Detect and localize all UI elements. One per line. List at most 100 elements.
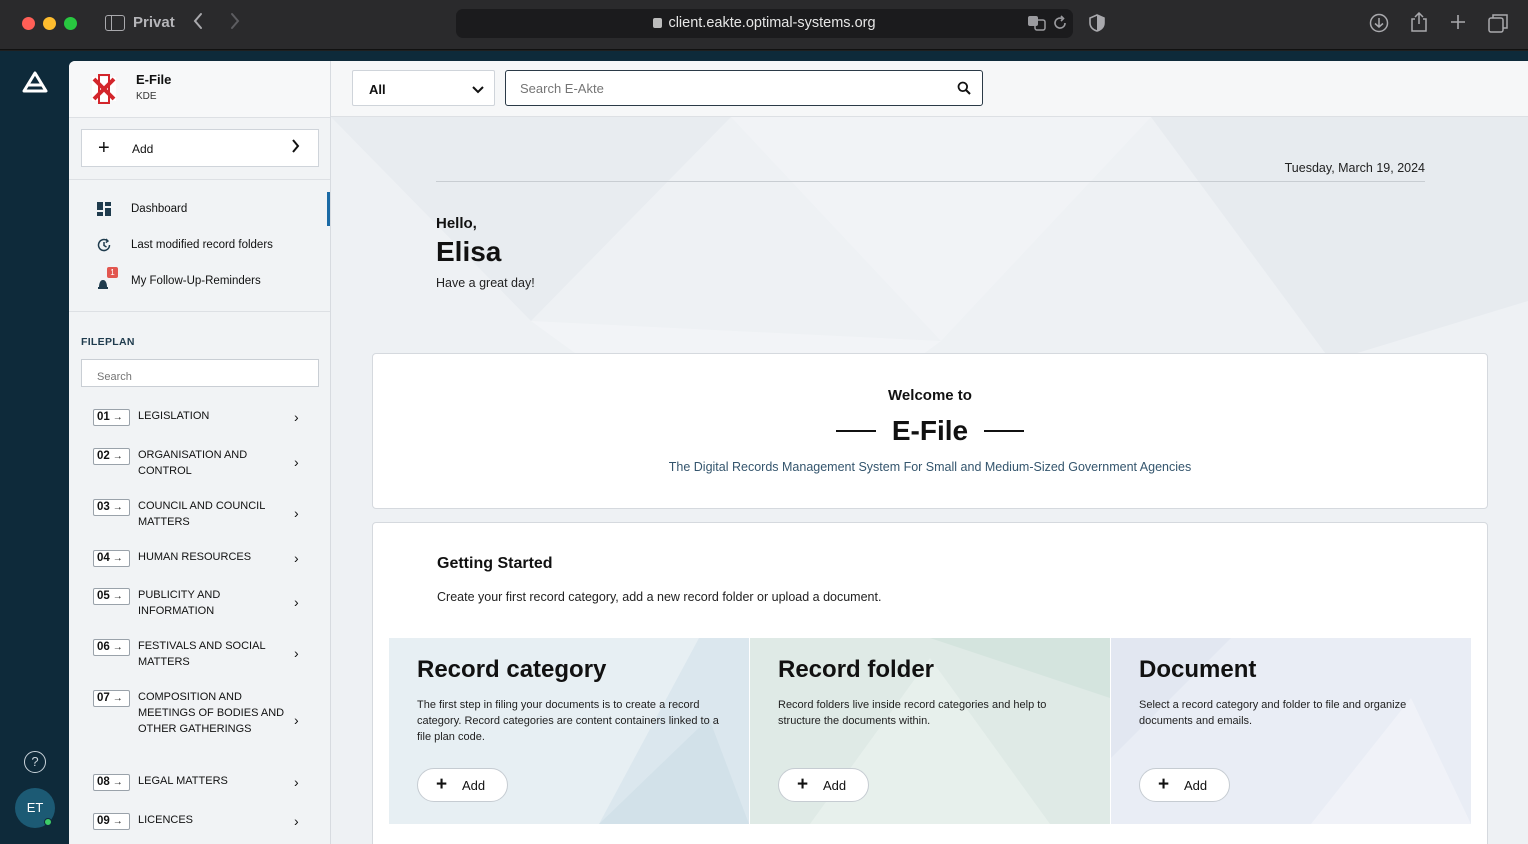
fileplan-code: 09 →: [93, 813, 130, 830]
add-button[interactable]: + Add: [81, 129, 319, 167]
online-status-indicator: [44, 818, 52, 826]
tile-description: Record folders live inside record catego…: [778, 699, 1047, 727]
minimize-window-button[interactable]: [43, 17, 56, 30]
url-text: client.eakte.optimal-systems.org: [668, 15, 876, 31]
divider: [436, 181, 1425, 182]
getting-started-card: Getting Started Create your first record…: [372, 522, 1488, 844]
fileplan-item-08[interactable]: 08 → LEGAL MATTERS ›: [69, 765, 330, 795]
fileplan-item-06[interactable]: 06 → FESTIVALS AND SOCIAL MATTERS ›: [69, 632, 330, 672]
fileplan-item-02[interactable]: 02 → ORGANISATION AND CONTROL ›: [69, 441, 330, 481]
document-tile: Document Select a record category and fo…: [1111, 638, 1471, 824]
add-record-folder-button[interactable]: + Add: [778, 768, 869, 802]
fileplan-code: 07 →: [93, 690, 130, 707]
history-icon: [97, 238, 111, 252]
fileplan-label: PUBLICITY AND INFORMATION: [138, 589, 221, 617]
getting-started-title: Getting Started: [437, 555, 553, 572]
app-window: ? ET E-File KDE + Add Dashboard Last mod…: [0, 51, 1528, 844]
brand-header: E-File KDE: [69, 61, 330, 118]
reload-icon[interactable]: [1053, 15, 1067, 36]
shield-icon[interactable]: [1089, 14, 1105, 37]
navigation-panel: E-File KDE + Add Dashboard Last modified…: [69, 61, 331, 844]
chevron-right-icon: ›: [294, 774, 299, 790]
user-name: Elisa: [436, 236, 502, 267]
browser-toolbar: Privat client.eakte.optimal-systems.org: [0, 0, 1528, 50]
greeting-text: Have a great day!: [436, 276, 535, 290]
fileplan-item-04[interactable]: 04 → HUMAN RESOURCES ›: [69, 542, 330, 572]
close-window-button[interactable]: [22, 17, 35, 30]
add-document-button[interactable]: + Add: [1139, 768, 1230, 802]
fileplan-code: 06 →: [93, 639, 130, 656]
fileplan-item-01[interactable]: 01 → LEGISLATION ›: [69, 401, 330, 431]
lock-icon: [653, 18, 663, 28]
global-search-input[interactable]: [520, 79, 940, 97]
fileplan-item-09[interactable]: 09 → LICENCES ›: [69, 804, 330, 834]
address-bar[interactable]: client.eakte.optimal-systems.org: [456, 9, 1073, 38]
tab-overview-icon[interactable]: [1488, 13, 1508, 38]
chevron-right-icon: ›: [294, 712, 299, 728]
nav-item-dashboard[interactable]: Dashboard: [69, 192, 330, 226]
chevron-right-icon: ›: [294, 813, 299, 829]
fileplan-label: COUNCIL AND COUNCIL MATTERS: [138, 500, 265, 528]
fileplan-item-05[interactable]: 05 → PUBLICITY AND INFORMATION ›: [69, 581, 330, 621]
fileplan-heading: FILEPLAN: [81, 336, 135, 348]
chevron-right-icon: ›: [294, 409, 299, 425]
hello-text: Hello,: [436, 215, 477, 232]
search-icon[interactable]: [957, 81, 971, 95]
plus-icon: +: [98, 137, 110, 159]
tile-title: Record folder: [778, 656, 935, 683]
divider: [69, 179, 330, 180]
main-content: All Tuesday, March 19, 2024 Hello, Elisa…: [331, 61, 1528, 844]
fileplan-search-input[interactable]: [81, 359, 319, 387]
plus-icon: +: [797, 774, 809, 795]
new-tab-icon[interactable]: [1449, 13, 1467, 36]
fileplan-code: 01 →: [93, 409, 130, 426]
reminder-count-badge: 1: [107, 267, 118, 278]
icon-rail: ? ET: [0, 51, 69, 844]
dashboard-icon: [97, 202, 111, 216]
fileplan-item-07[interactable]: 07 → COMPOSITION AND MEETINGS OF BODIES A…: [69, 683, 330, 755]
nav-item-last-modified[interactable]: Last modified record folders: [69, 228, 330, 262]
maximize-window-button[interactable]: [64, 17, 77, 30]
add-record-category-button[interactable]: + Add: [417, 768, 508, 802]
add-button-label: Add: [1184, 778, 1208, 793]
welcome-subtitle: The Digital Records Management System Fo…: [668, 460, 1192, 474]
welcome-heading: Welcome to: [888, 387, 972, 404]
translate-icon[interactable]: [1027, 14, 1047, 37]
chevron-right-icon: ›: [294, 550, 299, 566]
welcome-title: E-File: [373, 415, 1487, 447]
plus-icon: +: [1158, 774, 1170, 795]
fileplan-code: 08 →: [93, 774, 130, 791]
tile-title: Document: [1139, 656, 1257, 683]
reminder-icon: [97, 276, 111, 290]
nav-label: Dashboard: [131, 203, 188, 215]
app-logo-icon[interactable]: [22, 71, 48, 93]
add-button-label: Add: [462, 778, 486, 793]
search-scope-select[interactable]: All: [352, 70, 495, 106]
chevron-right-icon: [291, 139, 300, 158]
nav-label: My Follow-Up-Reminders: [131, 275, 261, 287]
global-search-box[interactable]: [505, 70, 983, 106]
forward-icon[interactable]: [229, 12, 241, 35]
profile-label: Privat: [133, 14, 175, 31]
search-scope-value: All: [369, 82, 386, 97]
search-toolbar: All: [331, 61, 1528, 117]
chevron-right-icon: ›: [294, 594, 299, 610]
share-icon[interactable]: [1410, 11, 1428, 37]
fileplan-label: LEGISLATION: [138, 410, 210, 422]
download-icon[interactable]: [1369, 13, 1389, 38]
record-folder-tile: Record folder Record folders live inside…: [750, 638, 1110, 824]
add-button-label: Add: [823, 778, 847, 793]
fileplan-label: COMPOSITION AND MEETINGS OF BODIES AND O…: [138, 691, 285, 735]
help-icon[interactable]: ?: [24, 751, 46, 773]
nav-item-follow-up-reminders[interactable]: 1 My Follow-Up-Reminders: [69, 264, 330, 298]
sidebar-toggle-icon[interactable]: [105, 15, 125, 31]
tile-description: The first step in filing your documents …: [417, 699, 719, 743]
fileplan-item-03[interactable]: 03 → COUNCIL AND COUNCIL MATTERS ›: [69, 492, 330, 532]
fileplan-code: 05 →: [93, 588, 130, 605]
current-date: Tuesday, March 19, 2024: [1284, 161, 1425, 175]
plus-icon: +: [436, 774, 448, 795]
agency-logo-icon: [91, 74, 117, 104]
getting-started-description: Create your first record category, add a…: [437, 590, 882, 604]
fileplan-label: ORGANISATION AND CONTROL: [138, 449, 248, 477]
back-icon[interactable]: [192, 12, 204, 35]
